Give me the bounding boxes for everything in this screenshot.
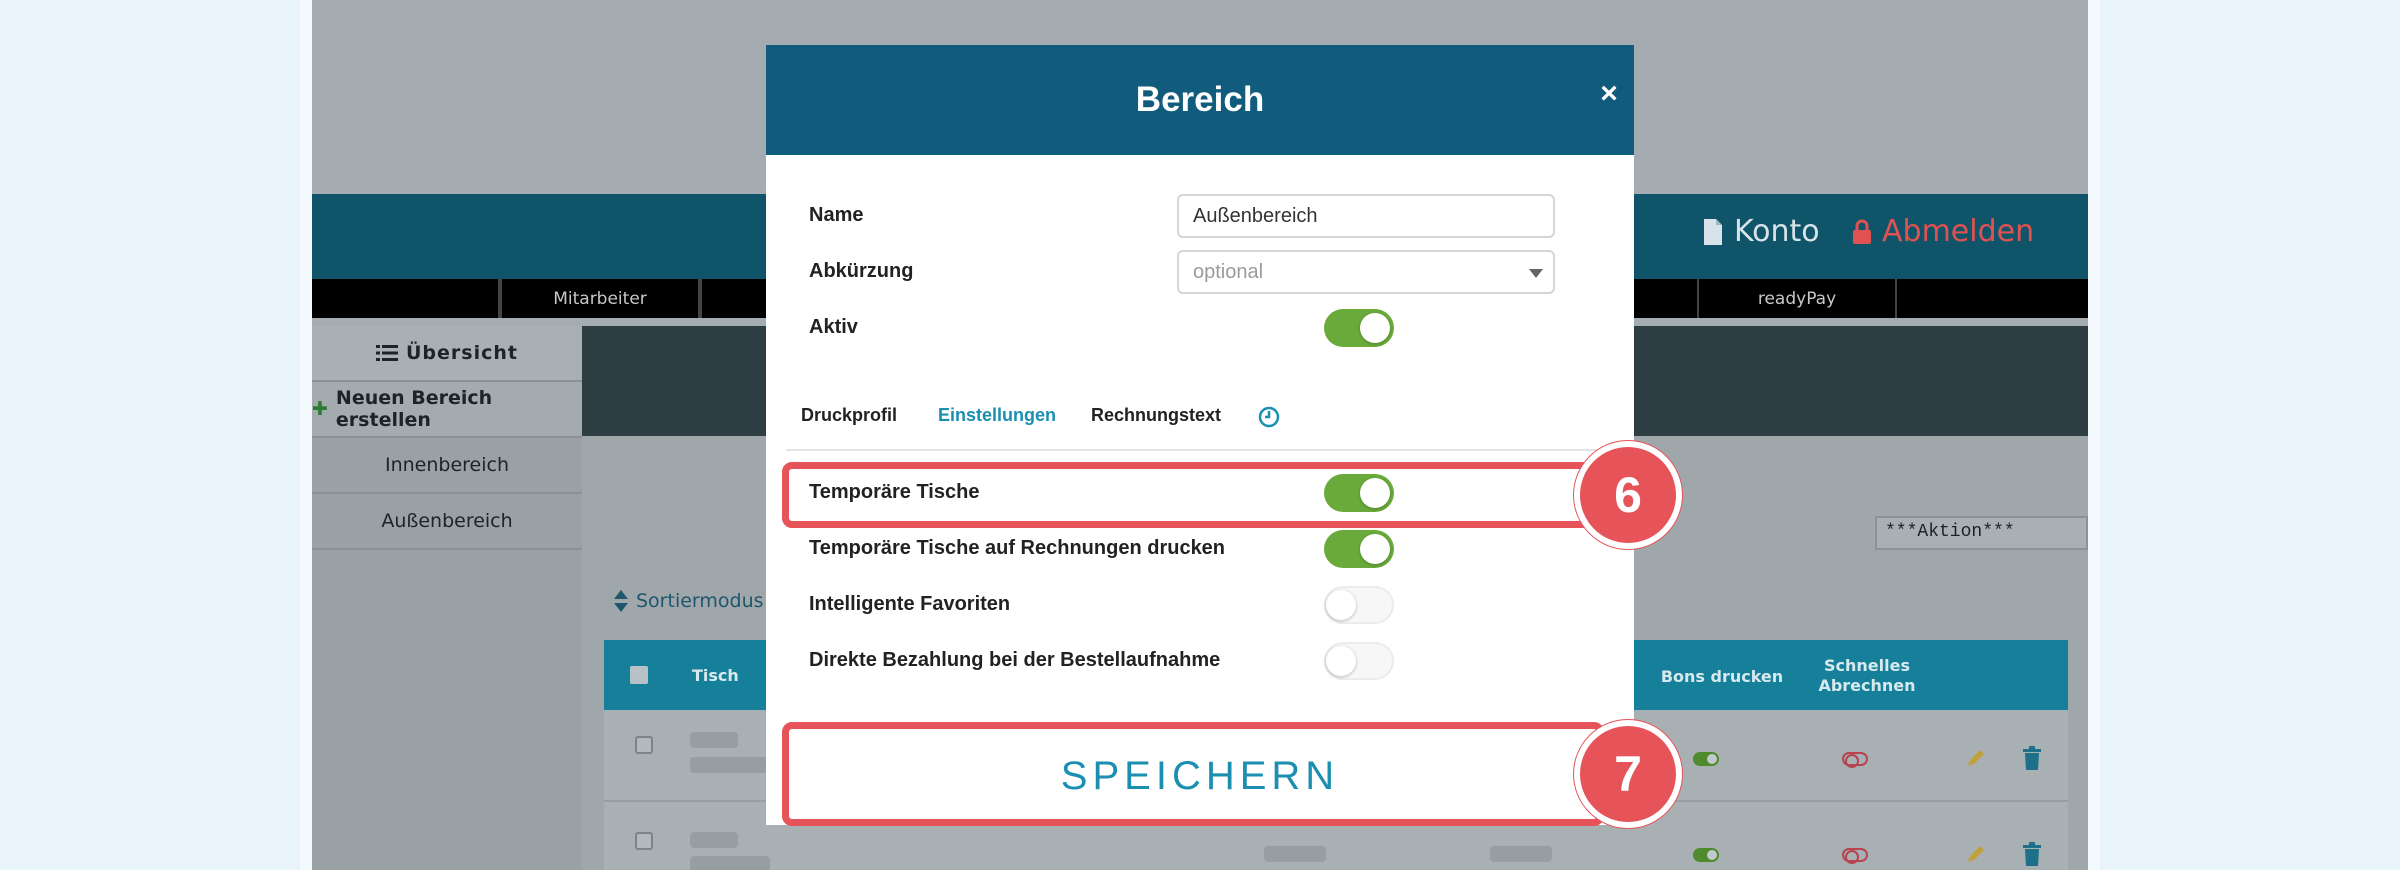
nav-divider — [700, 279, 702, 318]
toggle-knob — [1360, 534, 1390, 564]
row-checkbox[interactable] — [635, 832, 653, 850]
aktiv-toggle[interactable] — [1324, 309, 1394, 347]
row-checkbox[interactable] — [635, 736, 653, 754]
list-icon — [376, 345, 398, 361]
step-badge-6: 6 — [1574, 441, 1682, 549]
trash-icon[interactable] — [2022, 746, 2042, 770]
name-input[interactable]: Außenbereich — [1177, 194, 1555, 238]
document-icon — [1704, 218, 1722, 245]
sidebar-item-innenbereich[interactable]: Innenbereich — [312, 438, 582, 494]
setting-label-direct-payment: Direkte Bezahlung bei der Bestellaufnahm… — [809, 649, 1221, 671]
sidebar-item-aussenbereich[interactable]: Außenbereich — [312, 494, 582, 550]
tab-druckprofil[interactable]: Druckprofil — [801, 405, 897, 426]
column-header-tisch[interactable]: Tisch — [692, 666, 739, 686]
aktiv-label: Aktiv — [809, 316, 858, 338]
sidebar-create-area[interactable]: ✚ Neuen Bereich erstellen — [312, 382, 582, 438]
tab-divider — [786, 449, 1614, 451]
row-placeholder — [690, 757, 770, 773]
nav-item-readypay[interactable]: readyPay — [1697, 279, 1897, 318]
modal-title: Bereich — [1135, 80, 1265, 119]
row-bons-toggle[interactable] — [1693, 752, 1719, 766]
konto-link[interactable]: Konto — [1702, 214, 1820, 249]
toggle-knob — [1326, 646, 1356, 676]
tab-einstellungen[interactable]: Einstellungen — [938, 405, 1056, 426]
setting-label-temp-tables-print: Temporäre Tische auf Rechnungen drucken — [809, 537, 1226, 559]
nav-item-mitarbeiter[interactable]: Mitarbeiter — [500, 279, 700, 318]
sort-mode-toggle[interactable]: Sortiermodus — [614, 590, 764, 612]
row-placeholder — [690, 732, 738, 748]
highlight-step-7 — [782, 722, 1604, 826]
temp-tables-print-toggle[interactable] — [1324, 530, 1394, 568]
toggle-knob — [1326, 590, 1356, 620]
action-select[interactable]: ***Aktion*** — [1875, 516, 2088, 550]
select-all-checkbox[interactable] — [630, 666, 648, 684]
plus-icon: ✚ — [312, 398, 328, 420]
row-placeholder — [690, 832, 738, 848]
toggle-knob — [1360, 313, 1390, 343]
close-icon[interactable]: × — [1596, 79, 1622, 109]
highlight-step-6 — [782, 462, 1604, 528]
edit-icon[interactable] — [1965, 843, 1987, 865]
chevron-down-icon — [1529, 269, 1543, 278]
edit-icon[interactable] — [1965, 747, 1987, 769]
clock-icon[interactable] — [1258, 406, 1280, 428]
sort-icon — [614, 590, 628, 612]
tab-rechnungstext[interactable]: Rechnungstext — [1091, 405, 1221, 426]
direct-payment-toggle[interactable] — [1324, 642, 1394, 680]
row-schnelles-toggle[interactable] — [1842, 752, 1868, 768]
row-placeholder — [1490, 846, 1552, 862]
smart-favorites-toggle[interactable] — [1324, 586, 1394, 624]
abmelden-link[interactable]: Abmelden — [1852, 214, 2034, 249]
name-label: Name — [809, 204, 864, 226]
row-schnelles-toggle[interactable] — [1842, 848, 1868, 864]
row-placeholder — [690, 856, 770, 870]
column-header-bons[interactable]: Bons drucken — [1652, 667, 1792, 687]
row-placeholder — [1264, 846, 1326, 862]
step-badge-7: 7 — [1574, 720, 1682, 828]
row-bons-toggle[interactable] — [1693, 848, 1719, 862]
sidebar-overview[interactable]: Übersicht — [312, 326, 582, 382]
bereich-modal: Bereich × Name Außenbereich Abkürzung op… — [766, 45, 1634, 825]
abkuerzung-select[interactable]: optional — [1177, 250, 1555, 294]
abkuerzung-label: Abkürzung — [809, 260, 914, 282]
column-header-schnelles[interactable]: Schnelles Abrechnen — [1802, 656, 1932, 696]
setting-label-smart-favorites: Intelligente Favoriten — [809, 593, 1011, 615]
trash-icon[interactable] — [2022, 842, 2042, 866]
lock-icon — [1853, 219, 1871, 244]
